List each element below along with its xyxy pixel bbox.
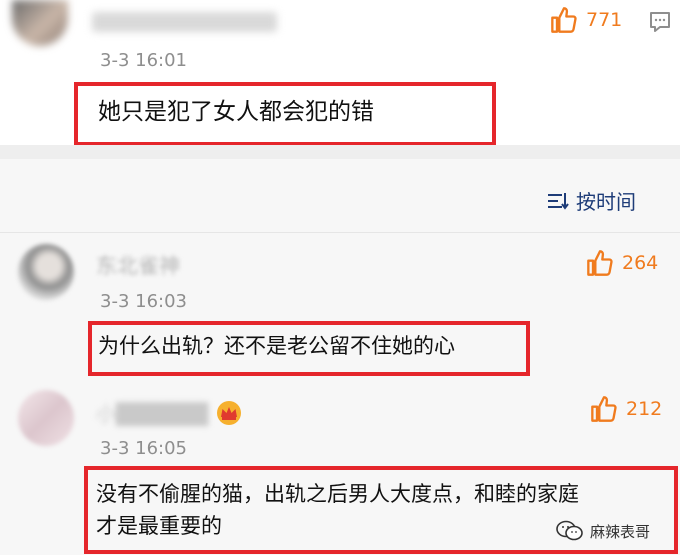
- comment-text-line-2: 才是最重要的: [96, 514, 222, 538]
- sort-label: 按时间: [576, 190, 636, 214]
- comment-text-line-1: 没有不偷腥的猫，出轨之后男人大度点，和睦的家庭: [96, 482, 579, 506]
- reply-button[interactable]: [648, 10, 672, 38]
- timestamp: 3-3 16:03: [100, 291, 187, 312]
- avatar[interactable]: [18, 390, 74, 446]
- comment-text: 为什么出轨？还不是老公留不住她的心: [98, 334, 455, 358]
- like-count: 212: [626, 398, 663, 420]
- timestamp: 3-3 16:05: [100, 438, 187, 459]
- thumbs-up-icon: [551, 7, 577, 33]
- sort-lines-icon: [548, 192, 569, 210]
- comment-text: 她只是犯了女人都会犯的错: [98, 99, 374, 125]
- username[interactable]: 东北雀神: [96, 250, 180, 280]
- comment-bubble-icon: [650, 12, 670, 32]
- top-comment-card: ██████████ 3-3 16:01 771 她只是犯了女人都会犯的错: [0, 0, 680, 146]
- watermark-text: 麻辣表哥: [590, 522, 651, 541]
- crown-badge-icon: [217, 400, 242, 425]
- like-count: 771: [586, 9, 623, 31]
- section-divider: [0, 145, 680, 159]
- avatar[interactable]: [12, 0, 68, 46]
- like-count: 264: [622, 252, 659, 274]
- wechat-logo-icon: [556, 520, 583, 541]
- like-button[interactable]: 212: [590, 395, 662, 423]
- list-divider: [0, 232, 680, 233]
- timestamp: 3-3 16:01: [100, 50, 187, 71]
- watermark: 麻辣表哥: [556, 520, 650, 542]
- sort-by-time-button[interactable]: 按时间: [546, 186, 636, 215]
- username[interactable]: ██████████: [92, 12, 277, 32]
- avatar[interactable]: [18, 244, 74, 300]
- username[interactable]: 小██████: [96, 398, 244, 427]
- thumbs-up-icon: [591, 396, 617, 422]
- like-button[interactable]: 264: [586, 249, 658, 277]
- like-button[interactable]: 771: [550, 6, 622, 34]
- thumbs-up-icon: [587, 250, 613, 276]
